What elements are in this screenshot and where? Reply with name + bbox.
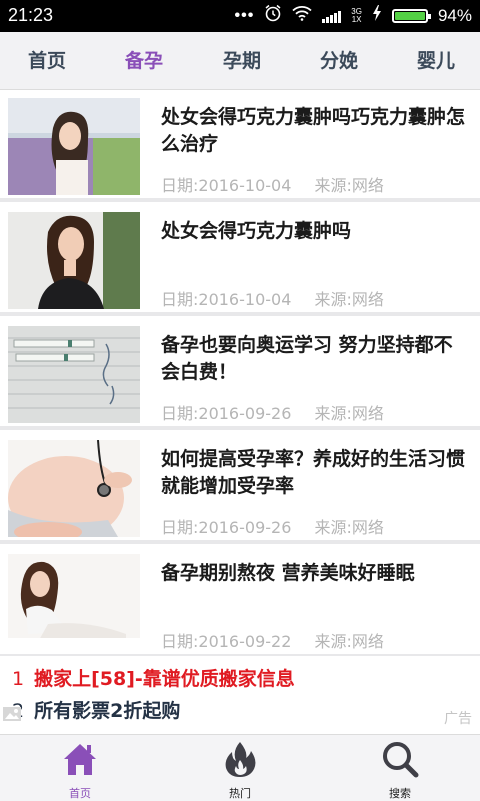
article-source: 来源:网络 [314, 518, 384, 537]
signal-icon [322, 9, 342, 23]
article-date: 日期:2016-09-22 [161, 632, 292, 651]
article-date: 日期:2016-09-26 [161, 518, 292, 537]
tab-delivery[interactable]: 分娩 [320, 46, 358, 73]
list-item[interactable]: 处女会得巧克力囊肿吗 日期:2016-10-04 来源:网络 [0, 204, 480, 316]
bottom-nav-label: 热门 [229, 787, 251, 800]
wifi-icon [292, 5, 312, 26]
ad-item[interactable]: 1 搬家上[58]-靠谱优质搬家信息 [12, 664, 295, 691]
ad-label: 广告 [444, 711, 472, 727]
tab-home[interactable]: 首页 [28, 46, 66, 73]
article-title: 如何提高受孕率？养成好的生活习惯就能增加受孕率 [161, 448, 466, 497]
article-date: 日期:2016-10-04 [161, 176, 292, 195]
article-source: 来源:网络 [314, 290, 384, 309]
battery-percent: 94% [437, 5, 472, 25]
article-thumbnail [8, 212, 140, 309]
article-title: 处女会得巧克力囊肿吗 [161, 220, 352, 242]
list-item[interactable]: 备孕期别熬夜 营养美味好睡眠 日期:2016-09-22 来源:网络 [0, 546, 480, 658]
article-source: 来源:网络 [314, 632, 384, 651]
article-date: 日期:2016-10-04 [161, 290, 292, 309]
article-title: 备孕期别熬夜 营养美味好睡眠 [161, 562, 415, 584]
ad-banner: 1搬家上[58]-靠谱优质搬家信息 2所有影票2折起购 广告 [0, 656, 480, 732]
tab-pregnancy[interactable]: 孕期 [223, 46, 261, 73]
category-tabs: 首页 备孕 孕期 分娩 婴儿 [0, 32, 480, 90]
article-title: 备孕也要向奥运学习 努力坚持都不会白费！ [161, 334, 453, 383]
list-item[interactable]: 处女会得巧克力囊肿吗巧克力囊肿怎么治疗 日期:2016-10-04 来源:网络 [0, 90, 480, 202]
status-bar: 21:23 ••• 3G 1X 94% [0, 0, 480, 32]
ad-text: 所有影票2折起购 [34, 700, 181, 722]
article-title: 处女会得巧克力囊肿吗巧克力囊肿怎么治疗 [161, 106, 466, 155]
article-thumbnail [8, 98, 140, 195]
bottom-nav-home[interactable]: 首页 [35, 739, 125, 801]
alarm-icon [264, 4, 282, 27]
article-thumbnail [8, 554, 140, 651]
ad-text: 搬家上[58]-靠谱优质搬家信息 [34, 668, 295, 690]
ad-item[interactable]: 2所有影票2折起购 [12, 696, 180, 723]
bottom-nav-label: 搜索 [389, 787, 411, 800]
charging-icon [372, 5, 382, 26]
status-time: 21:23 [8, 5, 54, 25]
home-icon [60, 744, 100, 783]
tab-baby[interactable]: 婴儿 [417, 46, 455, 73]
bottom-nav-search[interactable]: 搜索 [355, 739, 445, 801]
article-thumbnail [8, 440, 140, 537]
bottom-nav: 首页 热门 搜索 [0, 734, 480, 801]
article-source: 来源:网络 [314, 404, 384, 423]
ad-image-icon [2, 704, 22, 724]
article-thumbnail [8, 326, 140, 423]
search-icon [380, 742, 420, 783]
tab-pre-pregnancy[interactable]: 备孕 [125, 46, 163, 73]
list-item[interactable]: 如何提高受孕率？养成好的生活习惯就能增加受孕率 日期:2016-09-26 来源… [0, 432, 480, 544]
bottom-nav-label: 首页 [69, 787, 91, 800]
network-type: 3G 1X [351, 6, 362, 24]
article-source: 来源:网络 [314, 176, 384, 195]
bottom-nav-hot[interactable]: 热门 [195, 739, 285, 801]
list-item[interactable]: 备孕也要向奥运学习 努力坚持都不会白费！ 日期:2016-09-26 来源:网络 [0, 318, 480, 430]
article-date: 日期:2016-09-26 [161, 404, 292, 423]
flame-icon [220, 742, 260, 783]
more-notifications-icon: ••• [234, 6, 255, 24]
battery-icon [391, 8, 431, 23]
